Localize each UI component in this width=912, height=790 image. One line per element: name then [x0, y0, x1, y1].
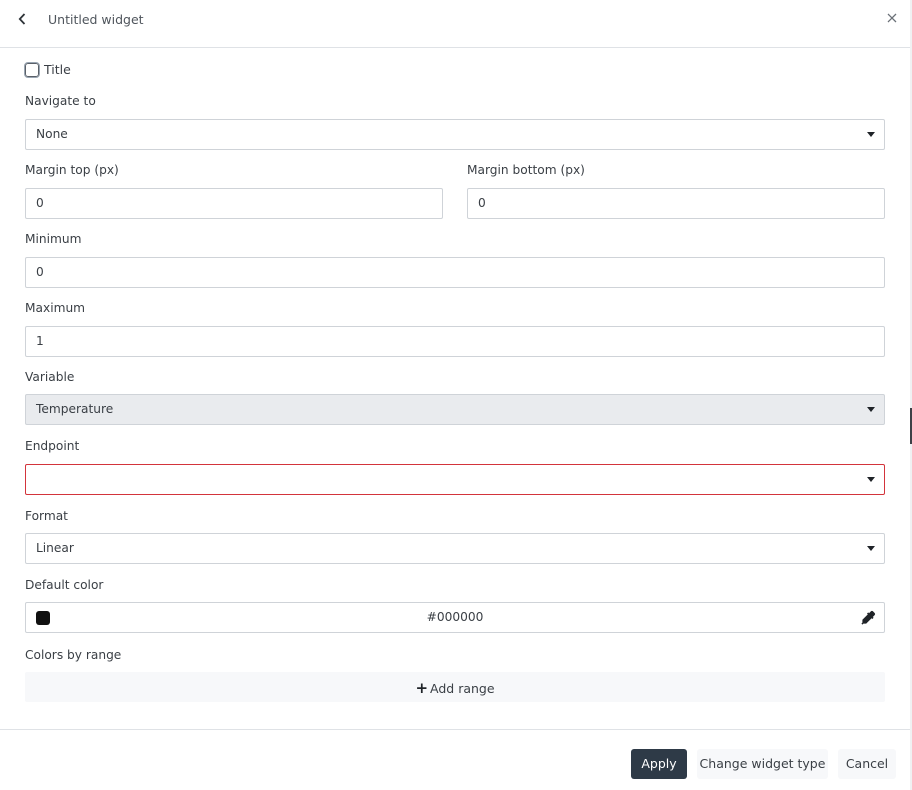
margin-bottom-input[interactable]: 0 — [467, 188, 885, 219]
change-widget-type-button[interactable]: Change widget type — [697, 749, 828, 779]
chevron-left-icon — [18, 13, 26, 25]
variable-select: Temperature — [25, 394, 885, 425]
maximum-label: Maximum — [25, 301, 86, 315]
margin-bottom-value: 0 — [478, 196, 486, 210]
close-icon — [887, 13, 897, 23]
navigate-to-select[interactable]: None — [25, 119, 885, 150]
dialog-header: Untitled widget — [0, 0, 910, 48]
maximum-value: 1 — [36, 334, 44, 348]
back-button[interactable] — [14, 9, 34, 31]
title-checkbox[interactable] — [23, 61, 41, 79]
margin-bottom-label: Margin bottom (px) — [467, 163, 585, 177]
default-color-label: Default color — [25, 578, 104, 592]
eyedropper-icon[interactable] — [861, 610, 876, 625]
add-range-button[interactable]: + Add range — [25, 672, 885, 702]
add-range-label: Add range — [430, 681, 495, 696]
apply-button[interactable]: Apply — [631, 749, 687, 779]
close-button[interactable] — [883, 9, 901, 27]
cancel-button[interactable]: Cancel — [838, 749, 896, 779]
caret-down-icon — [867, 546, 875, 551]
variable-label: Variable — [25, 370, 75, 384]
endpoint-select[interactable] — [25, 464, 885, 495]
caret-down-icon — [867, 407, 875, 412]
format-select[interactable]: Linear — [25, 533, 885, 564]
navigate-to-label: Navigate to — [25, 94, 96, 108]
minimum-label: Minimum — [25, 232, 82, 246]
variable-value: Temperature — [36, 402, 114, 416]
minimum-input[interactable]: 0 — [25, 257, 885, 288]
minimum-value: 0 — [36, 265, 44, 279]
colors-by-range-label: Colors by range — [25, 648, 122, 662]
dialog-footer: Apply Change widget type Cancel — [0, 729, 910, 790]
endpoint-label: Endpoint — [25, 439, 80, 453]
margin-top-input[interactable]: 0 — [25, 188, 443, 219]
maximum-input[interactable]: 1 — [25, 326, 885, 357]
caret-down-icon — [867, 132, 875, 137]
dialog-title: Untitled widget — [48, 12, 144, 27]
color-hex-value: #000000 — [426, 610, 484, 624]
format-label: Format — [25, 509, 68, 523]
format-value: Linear — [36, 541, 74, 555]
plus-icon: + — [415, 679, 429, 697]
margin-top-value: 0 — [36, 196, 44, 210]
margin-top-label: Margin top (px) — [25, 163, 119, 177]
widget-settings-dialog: Untitled widget Title Navigate to None M… — [0, 0, 912, 790]
navigate-to-value: None — [36, 127, 68, 141]
title-checkbox-label: Title — [44, 62, 71, 77]
caret-down-icon — [867, 477, 875, 482]
default-color-input[interactable]: #000000 — [25, 602, 885, 633]
